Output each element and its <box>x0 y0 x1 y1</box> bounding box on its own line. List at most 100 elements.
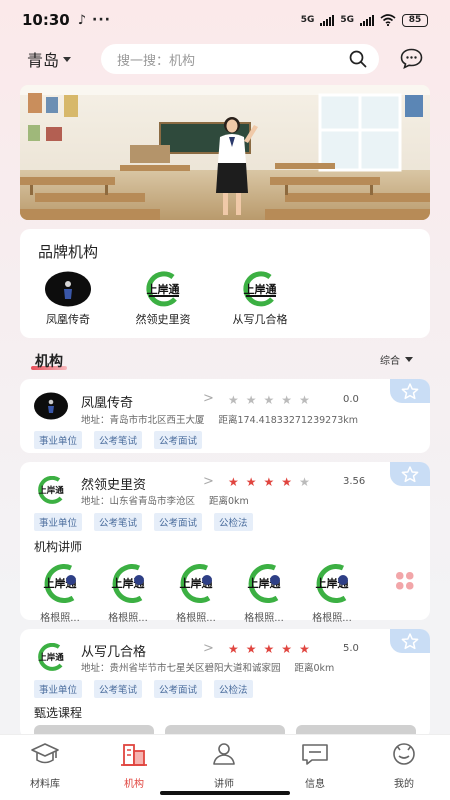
tiktok-icon: ♪ <box>77 12 87 28</box>
tag: 公考面试 <box>154 513 203 531</box>
tab-teachers[interactable]: 讲师 <box>189 741 259 790</box>
graduation-cap-icon <box>31 743 59 764</box>
org-name: 然领史里资 <box>81 478 147 493</box>
rating-stars: ★ ★ ★ ★ ★ <box>228 643 310 655</box>
star-icon: ★ <box>245 475 257 489</box>
brand-institutions-card: 品牌机构 凤凰传奇 上岸通 然领史里资 上岸通 从写几合格 <box>20 229 430 338</box>
teacher-item[interactable]: 上岸通 格根照... <box>98 560 158 624</box>
rating-stars: ★ ★ ★ ★ ★ <box>228 394 310 406</box>
svg-text:上岸通: 上岸通 <box>147 282 180 296</box>
teacher-item[interactable]: 上岸通 格根照... <box>302 560 362 624</box>
chevron-right-icon: > <box>203 641 214 656</box>
org-address: 地址：贵州省毕节市七星关区碧阳大道和诚家园 <box>81 663 281 674</box>
brand-name: 凤凰传奇 <box>46 313 90 326</box>
favorite-star-icon[interactable] <box>390 379 430 403</box>
tab-label: 讲师 <box>214 779 234 790</box>
status-time: 10:30 <box>22 11 70 29</box>
favorite-star-icon[interactable] <box>390 462 430 486</box>
chevron-right-icon: > <box>203 391 214 406</box>
brand-name: 从写几合格 <box>232 313 288 326</box>
search-input[interactable]: 搜一搜：机构 <box>117 50 349 69</box>
brand-item-fenghuang[interactable]: 凤凰传奇 <box>23 271 113 327</box>
battery-icon: 85 <box>402 13 428 27</box>
courses-title: 甄选课程 <box>34 706 83 720</box>
sort-label: 综合 <box>380 356 400 367</box>
tag: 公检法 <box>214 680 253 698</box>
org-card[interactable]: 上岸通 然领史里资 > ★ ★ ★ ★ ★ 3.56 地址：山东省青岛市李沧区 距离0km… <box>20 462 430 624</box>
chat-bubble-icon[interactable] <box>400 48 423 69</box>
org-address-line: 地址：青岛市市北区西王大厦 距离174.41833271239273km <box>81 412 358 426</box>
star-icon: ★ <box>228 393 239 407</box>
teachers-title: 机构讲师 <box>34 540 83 554</box>
tag-list: 事业单位 公考笔试 公考面试 公检法 <box>34 680 253 698</box>
teacher-name: 格根照... <box>108 613 148 624</box>
profile-icon <box>393 743 415 765</box>
network-label-2: 5G <box>340 15 354 25</box>
caret-down-icon <box>63 56 72 62</box>
star-icon: ★ <box>245 642 257 656</box>
brand-item-congxie[interactable]: 上岸通 从写几合格 <box>215 271 305 327</box>
tab-materials[interactable]: 材料库 <box>10 741 80 790</box>
search-icon[interactable] <box>349 50 367 68</box>
teacher-name: 格根照... <box>244 613 284 624</box>
teacher-name: 格根照... <box>176 613 216 624</box>
tag-list: 事业单位 公考笔试 公考面试 <box>34 431 203 449</box>
promo-banner[interactable] <box>20 85 430 220</box>
tab-label: 我的 <box>394 779 414 790</box>
chevron-right-icon: > <box>203 474 214 489</box>
teacher-item[interactable]: 上岸通 格根照... <box>166 560 226 624</box>
star-icon: ★ <box>263 642 275 656</box>
org-card[interactable]: 凤凰传奇 > ★ ★ ★ ★ ★ 0.0 地址：青岛市市北区西王大厦 距离174.4183… <box>20 379 430 453</box>
tag: 事业单位 <box>34 680 83 698</box>
org-logo <box>33 391 69 421</box>
teacher-avatar: 上岸通 <box>173 560 219 606</box>
rating-stars: ★ ★ ★ ★ ★ <box>228 476 310 488</box>
star-icon: ★ <box>281 393 293 407</box>
tag: 公考面试 <box>154 431 203 449</box>
message-icon <box>302 744 328 765</box>
favorite-star-icon[interactable] <box>390 629 430 653</box>
org-address-line: 地址：贵州省毕节市七星关区碧阳大道和诚家园 距离0km <box>81 660 334 674</box>
org-address: 地址：青岛市市北区西王大厦 <box>81 415 205 426</box>
org-name: 凤凰传奇 <box>81 396 134 411</box>
signal-icon-2 <box>360 14 374 26</box>
teacher-item[interactable]: 上岸通 格根照... <box>30 560 90 624</box>
search-bar[interactable]: 搜一搜：机构 <box>101 44 379 74</box>
tab-label: 机构 <box>124 779 144 790</box>
star-icon: ★ <box>228 475 239 489</box>
org-card[interactable]: 上岸通 从写几合格 > ★ ★ ★ ★ ★ 5.0 地址：贵州省毕节市七星关区碧阳大道和… <box>20 629 430 739</box>
status-bar: 10:30 ♪ ··· 5G 5G 85 <box>0 0 450 40</box>
org-logo: 上岸通 <box>33 642 69 672</box>
tag: 公考笔试 <box>94 513 143 531</box>
tag: 事业单位 <box>34 513 83 531</box>
teacher-avatar: 上岸通 <box>241 560 287 606</box>
tag-list: 事业单位 公考笔试 公考面试 公检法 <box>34 513 253 531</box>
more-teachers-icon[interactable] <box>395 571 415 591</box>
teacher-icon <box>213 743 235 765</box>
brand-item-ranling[interactable]: 上岸通 然领史里资 <box>118 271 208 327</box>
sort-dropdown[interactable]: 综合 <box>380 352 413 367</box>
classroom-photo <box>20 85 430 220</box>
more-notifications-icon: ··· <box>92 12 112 28</box>
tab-institutions[interactable]: 机构 <box>99 741 169 790</box>
rating-score: 0.0 <box>343 394 359 405</box>
top-bar: 青岛 搜一搜：机构 <box>0 42 450 76</box>
svg-text:上岸通: 上岸通 <box>38 485 64 496</box>
teacher-item[interactable]: 上岸通 格根照... <box>234 560 294 624</box>
star-icon: ★ <box>245 393 257 407</box>
star-icon: ★ <box>299 475 310 489</box>
teacher-avatar: 上岸通 <box>37 560 83 606</box>
tab-messages[interactable]: 信息 <box>280 741 350 790</box>
city-selector[interactable]: 青岛 <box>27 47 72 71</box>
tag: 公考笔试 <box>94 431 143 449</box>
tab-profile[interactable]: 我的 <box>369 741 439 790</box>
rating-score: 3.56 <box>343 476 366 487</box>
org-distance: 距离0km <box>294 663 335 674</box>
org-address-line: 地址：山东省青岛市李沧区 距离0km <box>81 493 249 507</box>
tag: 公考面试 <box>154 680 203 698</box>
teacher-avatar: 上岸通 <box>105 560 151 606</box>
home-indicator[interactable] <box>160 791 290 795</box>
tag: 事业单位 <box>34 431 83 449</box>
section-title: 机构 <box>35 354 63 370</box>
star-icon: ★ <box>228 642 239 656</box>
